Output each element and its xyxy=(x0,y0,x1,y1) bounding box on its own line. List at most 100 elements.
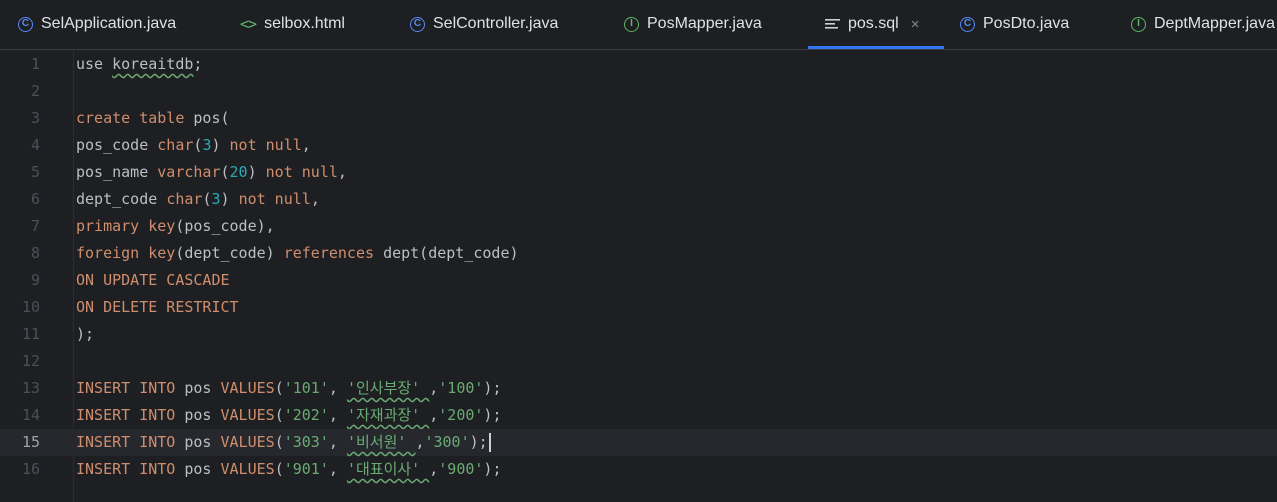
code-token: references xyxy=(283,244,384,262)
code-token: pos_name xyxy=(76,163,158,181)
code-text: create table pos( xyxy=(76,105,230,132)
code-token: VALUES xyxy=(220,460,275,478)
code-token: INSERT INTO xyxy=(76,460,185,478)
code-token: INSERT INTO xyxy=(76,379,185,397)
code-line[interactable]: 1 use koreaitdb; xyxy=(0,51,1277,78)
code-token: '200' xyxy=(438,406,484,424)
line-number: 4 xyxy=(30,136,40,154)
code-token: , xyxy=(429,460,439,478)
code-token: 20 xyxy=(229,163,248,181)
code-token: '인사부장' xyxy=(346,379,430,397)
code-token: pos xyxy=(184,406,221,424)
tab-selapplication-java[interactable]: C SelApplication.java xyxy=(18,0,176,48)
code-token: 3 xyxy=(211,190,221,208)
text-caret xyxy=(488,433,491,452)
line-number: 11 xyxy=(21,325,40,343)
line-number: 8 xyxy=(30,244,40,262)
tab-label: PosDto.java xyxy=(983,15,1070,32)
code-token: ( xyxy=(274,433,284,451)
code-line[interactable]: 6 dept_code char(3) not null, xyxy=(0,186,1277,213)
code-token: ) xyxy=(211,136,230,154)
editor-tab-bar: C SelApplication.java <> selbox.html C S… xyxy=(0,0,1277,50)
tab-label: SelController.java xyxy=(433,15,559,32)
code-line[interactable]: 3 create table pos( xyxy=(0,105,1277,132)
code-text: pos_code char(3) not null, xyxy=(76,132,311,159)
code-line[interactable]: 9 ON UPDATE CASCADE xyxy=(0,267,1277,294)
close-tab-icon[interactable]: × xyxy=(911,16,920,33)
code-line[interactable]: 10 ON DELETE RESTRICT xyxy=(0,294,1277,321)
line-number: 3 xyxy=(30,109,40,127)
line-number: 14 xyxy=(21,406,40,424)
code-token: , xyxy=(301,136,311,154)
code-text: INSERT INTO pos VALUES('303', '비서원' ,'30… xyxy=(76,429,491,456)
code-line[interactable]: 15 INSERT INTO pos VALUES('303', '비서원' ,'… xyxy=(0,429,1277,456)
code-token: ) xyxy=(220,190,239,208)
tab-posdto-java[interactable]: C PosDto.java xyxy=(960,0,1069,48)
code-token: ); xyxy=(76,325,95,343)
code-text: use koreaitdb; xyxy=(76,51,202,78)
java-interface-icon: I xyxy=(624,16,639,32)
code-line[interactable]: 2 xyxy=(0,78,1277,105)
code-token: pos xyxy=(184,460,221,478)
code-text: dept_code char(3) not null, xyxy=(76,186,320,213)
code-line[interactable]: 16 INSERT INTO pos VALUES('901', '대표이사' ,… xyxy=(0,456,1277,483)
code-token: pos xyxy=(184,433,221,451)
tab-selcontroller-java[interactable]: C SelController.java xyxy=(410,0,558,48)
line-number: 5 xyxy=(30,163,40,181)
code-text: primary key(pos_code), xyxy=(76,213,275,240)
code-text: pos_name varchar(20) not null, xyxy=(76,159,347,186)
code-token: dept_code xyxy=(76,190,167,208)
tab-posmapper-java[interactable]: I PosMapper.java xyxy=(624,0,762,48)
tab-label: pos.sql xyxy=(848,15,899,32)
java-class-icon: C xyxy=(18,16,33,32)
line-number: 13 xyxy=(21,379,40,397)
java-class-icon: C xyxy=(960,16,975,32)
code-token: char xyxy=(166,190,203,208)
code-token: ); xyxy=(483,406,502,424)
code-line[interactable]: 5 pos_name varchar(20) not null, xyxy=(0,159,1277,186)
code-text: INSERT INTO pos VALUES('101', '인사부장' ,'1… xyxy=(76,375,501,402)
code-token: , xyxy=(337,163,347,181)
line-number: 9 xyxy=(30,271,40,289)
code-token: ( xyxy=(274,406,284,424)
code-line[interactable]: 7 primary key(pos_code), xyxy=(0,213,1277,240)
code-line[interactable]: 4 pos_code char(3) not null, xyxy=(0,132,1277,159)
tab-selbox-html[interactable]: <> selbox.html xyxy=(240,0,345,48)
code-token: '901' xyxy=(283,460,329,478)
code-token: (dept_code) xyxy=(175,244,284,262)
code-editor[interactable]: 1 use koreaitdb; 2 3 create table pos( 4 pos_c… xyxy=(0,50,1277,502)
code-token: ); xyxy=(469,433,488,451)
code-token: ( xyxy=(220,163,230,181)
code-token: INSERT INTO xyxy=(76,433,185,451)
tab-label: PosMapper.java xyxy=(647,15,762,32)
code-token: ); xyxy=(483,460,502,478)
code-token: not null xyxy=(229,136,302,154)
code-text: ON UPDATE CASCADE xyxy=(76,267,230,294)
code-token: foreign key xyxy=(76,244,176,262)
code-line[interactable]: 14 INSERT INTO pos VALUES('202', '자재과장' ,… xyxy=(0,402,1277,429)
code-token: use xyxy=(76,55,113,73)
code-token: not null xyxy=(265,163,338,181)
code-token: INSERT INTO xyxy=(76,406,185,424)
line-number: 10 xyxy=(21,298,40,316)
code-line[interactable]: 12 xyxy=(0,348,1277,375)
tab-label: SelApplication.java xyxy=(41,15,177,32)
code-token: '101' xyxy=(283,379,329,397)
code-token: '202' xyxy=(283,406,329,424)
code-line[interactable]: 13 INSERT INTO pos VALUES('101', '인사부장' ,… xyxy=(0,375,1277,402)
tab-pos-sql[interactable]: pos.sql × xyxy=(808,0,944,49)
code-line[interactable]: 8 foreign key(dept_code) references dept(… xyxy=(0,240,1277,267)
code-token: '300' xyxy=(424,433,470,451)
line-number: 15 xyxy=(21,433,40,451)
code-token: varchar xyxy=(157,163,221,181)
sql-file-icon xyxy=(825,19,840,29)
code-token: ON UPDATE CASCADE xyxy=(76,271,230,289)
code-token: VALUES xyxy=(220,406,275,424)
active-tab-indicator xyxy=(808,46,944,49)
code-token: '303' xyxy=(283,433,329,451)
tab-deptmapper-java[interactable]: I DeptMapper.java xyxy=(1131,0,1275,48)
code-token: char xyxy=(157,136,194,154)
code-token: , xyxy=(310,190,320,208)
code-text: INSERT INTO pos VALUES('901', '대표이사' ,'9… xyxy=(76,456,501,483)
code-line[interactable]: 11); xyxy=(0,321,1277,348)
